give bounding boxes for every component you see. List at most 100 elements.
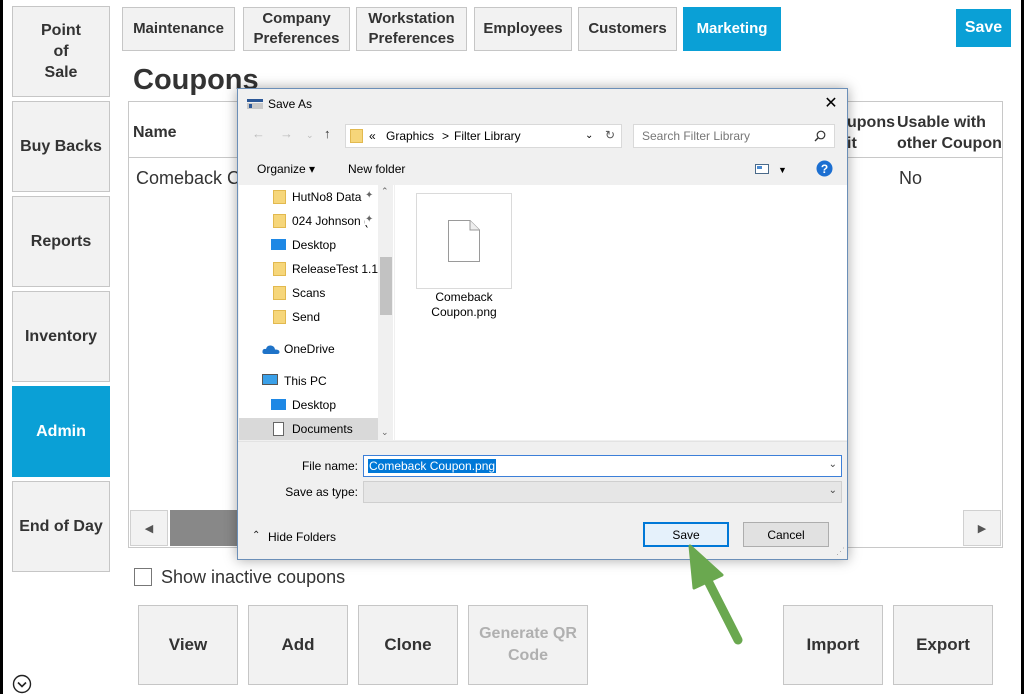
chevron-up-icon[interactable]: ⌃ [252,530,260,541]
sidebar-item-buy-backs[interactable]: Buy Backs [12,101,110,192]
tree-item-label: OneDrive [284,342,335,356]
address-crumb-graphics[interactable]: Graphics [386,129,434,143]
navigation-scrollbar-thumb[interactable] [380,257,392,315]
save-as-type-label: Save as type: [285,485,358,499]
tab-customers[interactable]: Customers [578,7,677,51]
tree-item-label: This PC [284,374,327,388]
column-header-usable-with-other[interactable]: Usable with other Coupons [897,112,1002,154]
tree-item-this-pc[interactable]: This PC [239,370,378,392]
clone-button[interactable]: Clone [358,605,458,685]
view-dropdown-icon[interactable]: ▼ [778,165,787,175]
address-bar[interactable]: « Graphics > Filter Library ⌄ ↻ [345,124,622,148]
tree-item-label: Scans [292,286,326,300]
cell-coupon-name: Comeback C [136,168,241,188]
chevron-down-circle-icon[interactable] [12,674,32,694]
tree-item-hutno8-data[interactable]: HutNo8 Data ✦ [239,186,378,208]
tree-item-scans[interactable]: Scans [239,282,378,304]
address-crumb-filter-library[interactable]: Filter Library [454,129,521,143]
save-as-dialog[interactable]: Save As ✕ ← → ⌄ ↑ « Graphics > Filter Li… [237,88,848,560]
chevron-left-icon: ◀ [144,522,154,535]
export-button[interactable]: Export [893,605,993,685]
file-name-input[interactable]: Comeback Coupon.png ⌄ [363,455,842,477]
dialog-save-button[interactable]: Save [643,522,729,547]
save-as-app-icon [247,99,263,109]
pin-icon: ✦ [365,214,374,225]
import-button[interactable]: Import [783,605,883,685]
folder-icon [350,129,363,143]
forward-arrow-icon[interactable]: → [280,126,293,141]
svg-text:?: ? [821,162,828,176]
show-inactive-label[interactable]: Show inactive coupons [161,567,345,588]
tab-maintenance[interactable]: Maintenance [122,7,235,51]
desktop-icon [271,239,286,250]
generate-qr-code-button[interactable]: Generate QR Code [468,605,588,685]
tree-item-documents[interactable]: Documents [239,418,378,440]
scroll-right-button[interactable]: ▶ [963,510,1001,546]
dialog-cancel-button[interactable]: Cancel [743,522,829,547]
search-input[interactable]: Search Filter Library [633,124,835,148]
recent-locations-icon[interactable]: ⌄ [306,130,314,141]
tree-item-send[interactable]: Send [239,306,378,328]
view-button[interactable]: View [138,605,238,685]
folder-icon [273,310,286,324]
sidebar-item-admin[interactable]: Admin [12,386,110,477]
help-icon[interactable]: ? [816,160,833,177]
folder-icon [273,190,286,204]
address-separator: > [442,129,450,143]
image-file-icon [448,220,480,262]
file-item-label[interactable]: Comeback Coupon.png [406,290,522,320]
folder-icon [273,262,286,276]
tab-marketing[interactable]: Marketing [683,7,781,51]
tab-company-preferences[interactable]: Company Preferences [243,7,350,51]
up-arrow-icon[interactable]: ↑ [324,126,331,141]
scroll-up-icon[interactable]: ⌃ [381,186,389,197]
address-dropdown-icon[interactable]: ⌄ [585,130,593,141]
close-icon[interactable]: ✕ [815,89,847,117]
tree-item-desktop-pc[interactable]: Desktop [239,394,378,416]
column-header-name[interactable]: Name [133,122,177,143]
tree-item-label: 024 Johnson ( [292,214,369,228]
folder-icon [273,286,286,300]
horizontal-scroll-thumb[interactable] [170,510,240,546]
document-icon [273,422,284,436]
tree-item-desktop[interactable]: Desktop [239,234,378,256]
file-name-value: Comeback Coupon.png [368,459,497,473]
search-placeholder: Search Filter Library [642,129,751,143]
chevron-down-icon[interactable]: ⌄ [829,485,837,496]
hide-folders-toggle[interactable]: Hide Folders [268,530,336,544]
tab-employees[interactable]: Employees [474,7,572,51]
view-options-icon[interactable] [755,164,769,174]
tree-item-onedrive[interactable]: OneDrive [239,338,378,360]
tree-item-releasetest[interactable]: ReleaseTest 1.14. [239,258,378,280]
scroll-left-button[interactable]: ◀ [130,510,168,546]
tree-item-024-johnson[interactable]: 024 Johnson ( ✦ [239,210,378,232]
new-folder-button[interactable]: New folder [348,162,405,176]
cloud-icon [262,345,280,354]
resize-grip-icon[interactable]: ⋰ [836,546,845,557]
save-button[interactable]: Save [956,9,1011,47]
search-icon[interactable] [814,130,826,142]
organize-menu[interactable]: Organize ▾ [257,162,315,176]
computer-icon [262,374,278,385]
refresh-icon[interactable]: ↻ [605,128,615,142]
dialog-divider [238,441,847,442]
file-item-comeback-coupon[interactable] [416,193,512,289]
scroll-down-icon[interactable]: ⌄ [381,427,389,438]
tree-item-label: Desktop [292,238,337,252]
chevron-right-icon: ▶ [977,522,987,535]
show-inactive-checkbox[interactable] [134,568,152,586]
save-as-type-select[interactable]: ⌄ [363,481,842,503]
tab-workstation-preferences[interactable]: Workstation Preferences [356,7,467,51]
add-button[interactable]: Add [248,605,348,685]
sidebar-item-reports[interactable]: Reports [12,196,110,287]
sidebar-item-inventory[interactable]: Inventory [12,291,110,382]
column-header-coupons-limit[interactable]: upons it [847,112,895,154]
dialog-title: Save As [268,97,313,111]
folder-icon [273,214,286,228]
sidebar-item-end-of-day[interactable]: End of Day [12,481,110,572]
back-arrow-icon[interactable]: ← [252,126,265,141]
tree-item-label: Documents [292,422,353,436]
chevron-down-icon[interactable]: ⌄ [829,459,837,470]
sidebar-item-point-of-sale[interactable]: Point of Sale [12,6,110,97]
file-name-label: File name: [301,459,358,473]
